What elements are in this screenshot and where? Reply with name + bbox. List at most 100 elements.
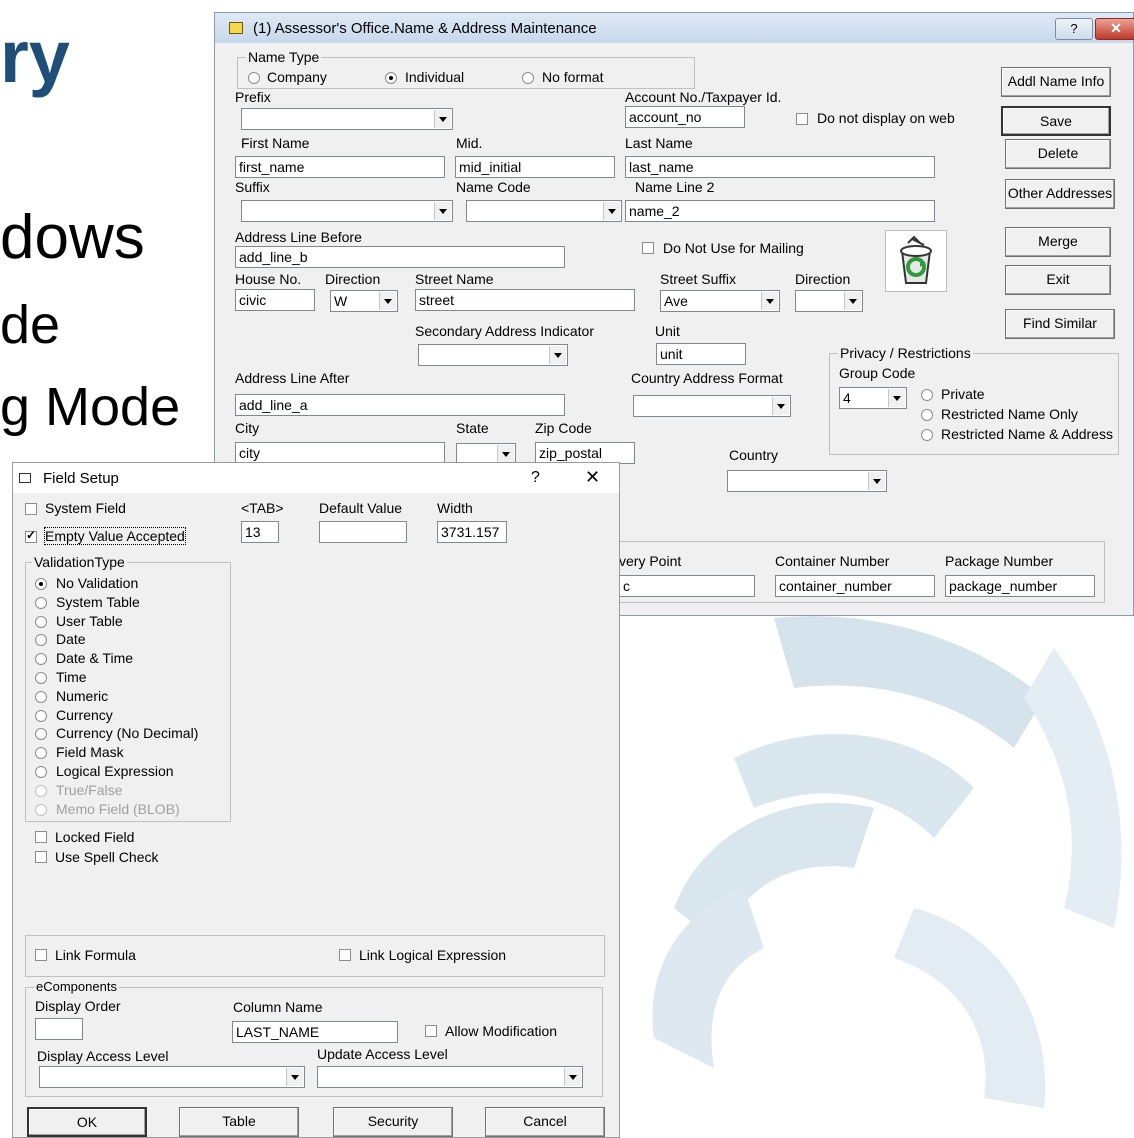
group-code-select[interactable]: 4	[839, 387, 907, 409]
validation-radio[interactable]	[35, 690, 47, 703]
chevron-down-icon[interactable]	[844, 292, 861, 310]
display-order-field[interactable]	[35, 1018, 83, 1040]
validation-radio[interactable]	[35, 615, 47, 628]
suffix-select[interactable]	[241, 200, 453, 222]
chevron-down-icon[interactable]	[434, 202, 451, 220]
name-code-select[interactable]	[466, 200, 622, 222]
prefix-select[interactable]	[241, 108, 453, 130]
cancel-button[interactable]: Cancel	[485, 1107, 605, 1137]
find-similar-button[interactable]: Find Similar	[1005, 309, 1115, 339]
street-suffix-label: Street Suffix	[660, 271, 737, 287]
account-field[interactable]: account_no	[625, 106, 745, 128]
chevron-down-icon[interactable]	[379, 292, 396, 310]
locked-field-checkbox[interactable]	[35, 831, 47, 843]
width-field[interactable]: 3731.157	[437, 521, 507, 543]
validation-radio[interactable]	[35, 709, 47, 722]
do-not-use-mailing-checkbox[interactable]	[642, 242, 654, 254]
spell-check-checkbox[interactable]	[35, 851, 47, 863]
locked-field-label: Locked Field	[55, 829, 135, 845]
exit-button[interactable]: Exit	[1005, 265, 1111, 295]
update-access-select[interactable]	[317, 1066, 583, 1088]
radio-company[interactable]	[248, 72, 260, 84]
address-after-field[interactable]: add_line_a	[235, 394, 565, 416]
delete-button[interactable]: Delete	[1005, 139, 1111, 169]
chevron-down-icon[interactable]	[564, 1068, 581, 1086]
package-number-field[interactable]: package_number	[945, 575, 1095, 597]
zip-field[interactable]: zip_postal	[535, 442, 635, 464]
container-number-label: Container Number	[775, 553, 890, 569]
display-access-select[interactable]	[39, 1066, 305, 1088]
column-name-field[interactable]: LAST_NAME	[232, 1021, 398, 1043]
name-line2-field[interactable]: name_2	[625, 200, 935, 222]
first-name-field[interactable]: first_name	[235, 156, 445, 178]
mid-field[interactable]: mid_initial	[455, 156, 615, 178]
validation-label: ValidationType	[32, 554, 127, 570]
street-name-field[interactable]: street	[415, 289, 635, 311]
field-setup-icon	[19, 473, 31, 483]
radio-no-format-label: No format	[542, 69, 604, 85]
validation-radio[interactable]	[35, 766, 47, 778]
chevron-down-icon[interactable]	[434, 110, 451, 128]
street-name-label: Street Name	[415, 271, 494, 287]
help-button[interactable]: ?	[531, 469, 540, 487]
chevron-down-icon[interactable]	[549, 346, 566, 364]
chevron-down-icon[interactable]	[761, 292, 778, 310]
radio-private[interactable]	[921, 389, 933, 401]
city-field[interactable]: city	[235, 442, 445, 464]
country-select[interactable]	[727, 470, 887, 492]
system-field-checkbox[interactable]	[25, 503, 37, 515]
country-format-select[interactable]	[633, 395, 791, 417]
chevron-down-icon[interactable]	[497, 445, 514, 463]
addl-name-info-button[interactable]: Addl Name Info	[1001, 67, 1111, 97]
save-button[interactable]: Save	[1001, 106, 1111, 136]
security-button[interactable]: Security	[333, 1107, 453, 1137]
radio-restricted-address-label: Restricted Name & Address	[941, 426, 1113, 442]
tab-field[interactable]: 13	[241, 521, 279, 543]
merge-button[interactable]: Merge	[1005, 227, 1111, 257]
default-value-label: Default Value	[319, 500, 403, 516]
validation-option-label: No Validation	[56, 575, 139, 591]
empty-value-checkbox[interactable]	[25, 528, 37, 543]
ok-button[interactable]: OK	[27, 1107, 147, 1137]
container-number-field[interactable]: container_number	[775, 575, 935, 597]
validation-radio[interactable]	[35, 596, 47, 609]
chevron-down-icon[interactable]	[603, 202, 620, 220]
direction2-select[interactable]	[795, 290, 863, 312]
chevron-down-icon[interactable]	[286, 1068, 303, 1086]
secondary-select[interactable]	[418, 344, 568, 366]
validation-radio	[35, 784, 47, 797]
question-icon[interactable]: ?	[1055, 18, 1093, 40]
unit-field[interactable]: unit	[656, 343, 746, 365]
validation-option-label: Currency (No Decimal)	[56, 725, 199, 742]
last-name-field[interactable]: last_name	[625, 156, 935, 178]
radio-no-format[interactable]	[522, 72, 534, 84]
allow-modification-checkbox[interactable]	[425, 1025, 437, 1037]
chevron-down-icon[interactable]	[868, 472, 885, 490]
radio-restricted-address[interactable]	[921, 429, 933, 441]
do-not-display-checkbox[interactable]	[796, 113, 808, 125]
default-value-field[interactable]	[319, 521, 407, 543]
validation-option-label: Time	[56, 669, 87, 685]
validation-radio[interactable]	[35, 672, 47, 684]
last-name-label: Last Name	[625, 135, 693, 151]
radio-individual[interactable]	[385, 72, 397, 84]
table-button[interactable]: Table	[179, 1107, 299, 1137]
validation-radio[interactable]	[35, 578, 47, 590]
delivery-point-field[interactable]: c	[619, 575, 755, 597]
house-no-label: House No.	[235, 271, 302, 287]
link-formula-checkbox[interactable]	[35, 949, 47, 961]
other-addresses-button[interactable]: Other Addresses	[1005, 179, 1115, 209]
chevron-down-icon[interactable]	[772, 397, 789, 415]
column-name-label: Column Name	[233, 999, 323, 1015]
do-not-display-label: Do not display on web	[817, 110, 955, 126]
house-no-field[interactable]: civic	[235, 289, 315, 311]
radio-restricted-name[interactable]	[921, 409, 933, 421]
close-icon[interactable]: ✕	[1095, 18, 1134, 40]
recycle-bin-icon[interactable]	[885, 230, 947, 292]
close-icon[interactable]: ✕	[585, 467, 600, 488]
chevron-down-icon[interactable]	[888, 389, 905, 407]
link-logical-checkbox[interactable]	[339, 949, 351, 961]
address-before-field[interactable]: add_line_b	[235, 246, 565, 268]
direction-select[interactable]: W	[330, 290, 398, 312]
street-suffix-select[interactable]: Ave	[660, 290, 780, 312]
